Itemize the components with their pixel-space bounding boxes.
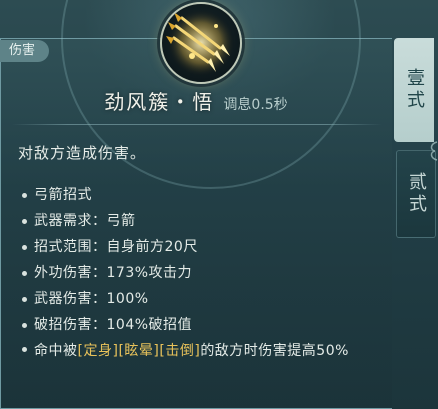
stat-item: 武器需求：弓箭	[20, 208, 370, 234]
stat-item: 弓箭招式	[20, 182, 370, 208]
skill-name: 劲风簇・悟	[104, 90, 215, 114]
tab-form-2[interactable]: 贰式	[396, 150, 436, 238]
skill-tooltip: 伤害 劲风簇・悟 调息0.5秒 对敌方造成伤害。 弓箭招式 武器需求：弓箭 招式…	[0, 0, 438, 409]
stat-item: 武器伤害：100%	[20, 286, 370, 312]
effect-prefix: 命中被	[34, 343, 78, 359]
cloud-ornament-icon	[430, 141, 438, 161]
effect-suffix: 的敌方时伤害提高50%	[200, 343, 349, 359]
effect-item: 命中被[定身][眩晕][击倒]的敌方时伤害提高50%	[20, 338, 370, 362]
status-root: [定身]	[77, 343, 119, 359]
tab-form-2-label: 贰式	[406, 172, 427, 216]
skill-description: 对敌方造成伤害。	[18, 144, 147, 162]
stat-item: 破招伤害：104%破招值	[20, 312, 370, 338]
stat-item: 招式范围：自身前方20尺	[20, 234, 370, 260]
divider	[12, 124, 382, 125]
status-stun: [眩晕]	[118, 343, 160, 359]
skill-cooldown: 调息0.5秒	[223, 97, 288, 113]
status-knockdown: [击倒]	[159, 343, 201, 359]
skill-stats-list: 弓箭招式 武器需求：弓箭 招式范围：自身前方20尺 外功伤害：173%攻击力 武…	[20, 182, 370, 362]
golden-arrows-icon[interactable]	[160, 2, 242, 84]
tab-form-1-label: 壹式	[404, 68, 425, 112]
tab-form-1[interactable]: 壹式	[394, 38, 434, 142]
stat-item: 外功伤害：173%攻击力	[20, 260, 370, 286]
skill-title-row: 劲风簇・悟 调息0.5秒	[0, 86, 392, 115]
category-tag: 伤害	[0, 40, 50, 62]
